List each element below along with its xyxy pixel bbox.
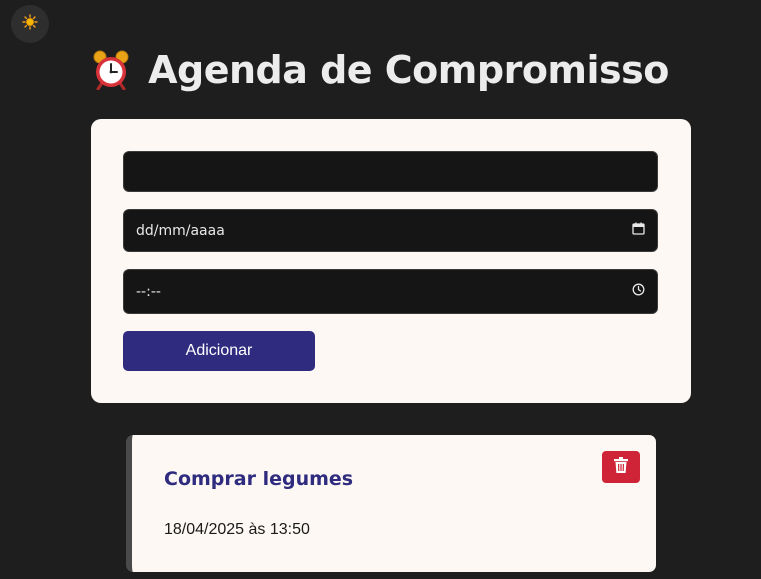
appointment-form: dd/mm/aaaa --:-- Adicionar: [91, 119, 691, 403]
task-title: Comprar legumes: [164, 468, 354, 490]
page-title-text: Agenda de Compromisso: [148, 48, 669, 92]
delete-task-button[interactable]: [602, 451, 640, 483]
theme-toggle-button[interactable]: [11, 5, 49, 43]
clock-icon[interactable]: [632, 283, 645, 300]
task-datetime: 18/04/2025 às 13:50: [164, 521, 310, 538]
task-card: Comprar legumes 18/04/2025 às 13:50: [126, 435, 656, 572]
sun-icon: [22, 13, 38, 35]
page-title: Agenda de Compromisso: [0, 48, 761, 92]
task-input[interactable]: [123, 151, 658, 192]
calendar-icon[interactable]: [632, 222, 645, 239]
trash-icon: [614, 456, 628, 478]
time-input[interactable]: --:--: [123, 269, 658, 314]
time-input-value: --:--: [136, 283, 161, 300]
add-button[interactable]: Adicionar: [123, 331, 315, 371]
alarm-clock-icon: [92, 50, 130, 90]
date-input-value: dd/mm/aaaa: [136, 222, 225, 239]
date-input[interactable]: dd/mm/aaaa: [123, 209, 658, 252]
